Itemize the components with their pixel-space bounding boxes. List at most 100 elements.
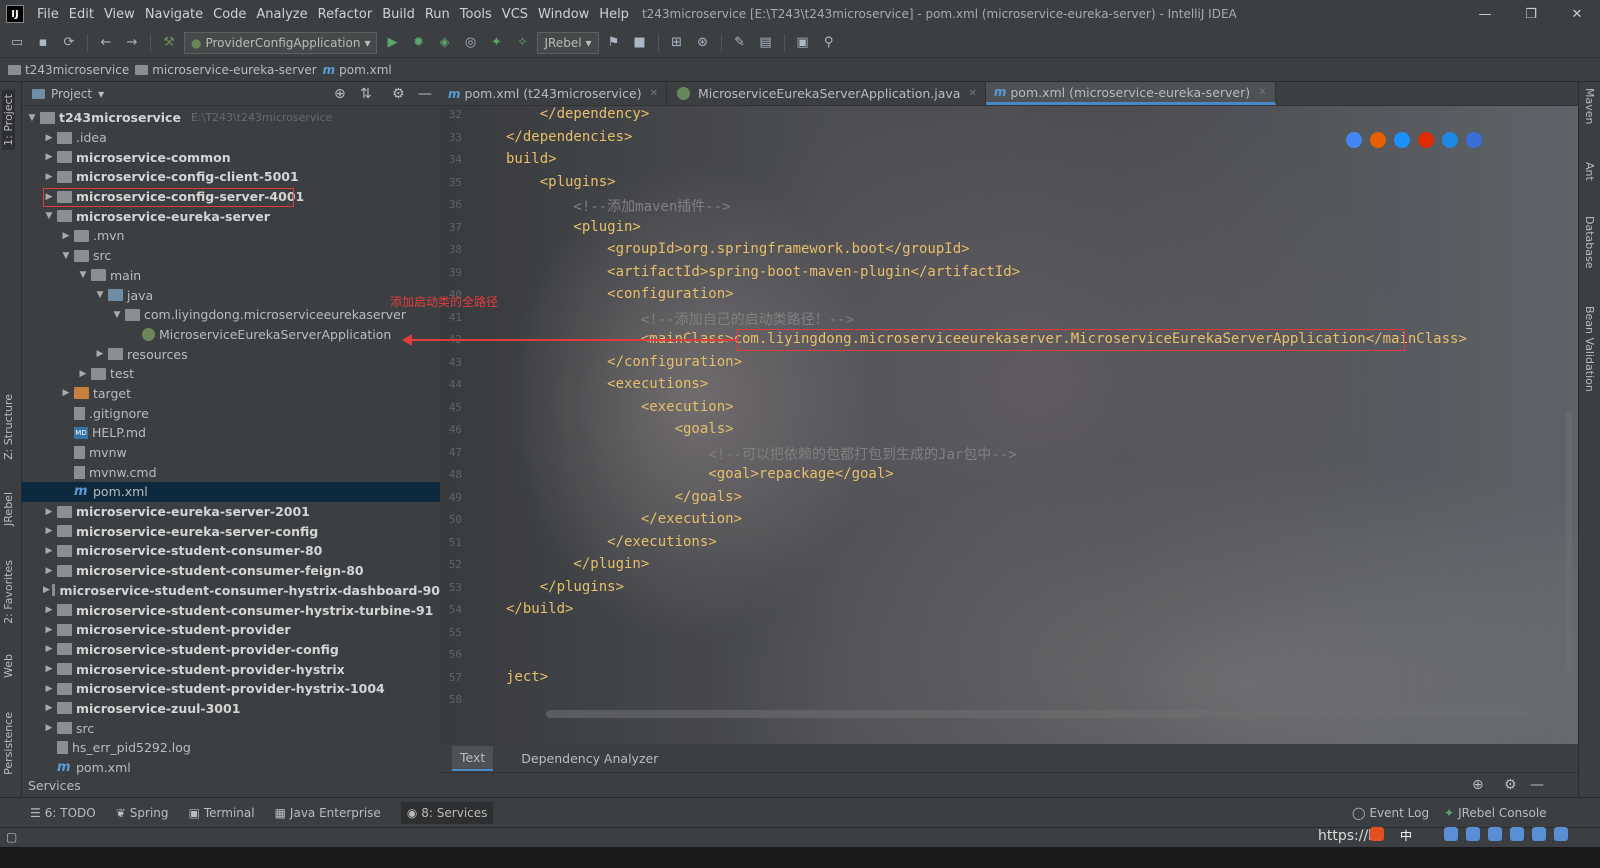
jrebel-console-button[interactable]: ✦ JRebel Console xyxy=(1444,806,1547,820)
tool-window-button[interactable]: ◉ 8: Services xyxy=(400,801,494,824)
tree-node[interactable]: MD HELP.md xyxy=(22,423,440,443)
tab-text[interactable]: Text xyxy=(452,745,494,771)
tree-node[interactable]: hs_err_pid5292.log xyxy=(22,738,440,758)
build-icon[interactable]: ⚒ xyxy=(158,32,180,54)
horizontal-scrollbar[interactable] xyxy=(546,710,1528,718)
tree-node[interactable]: ▼ microservice-eureka-server xyxy=(22,206,440,226)
expand-arrow-icon[interactable]: ▶ xyxy=(60,231,72,241)
expand-arrow-icon[interactable]: ▶ xyxy=(60,388,72,398)
grid-icon[interactable] xyxy=(1554,827,1568,841)
expand-arrow-icon[interactable]: ▼ xyxy=(111,310,123,320)
tree-node[interactable]: ▶ microservice-student-consumer-80 xyxy=(22,541,440,561)
emoji-icon[interactable] xyxy=(1444,827,1458,841)
project-view-selector[interactable]: Project xyxy=(51,87,92,101)
editor-tab[interactable]: MicroserviceEurekaServerApplication.java… xyxy=(667,82,986,105)
jrebel-select[interactable]: JRebel ▾ xyxy=(537,31,599,54)
panel-toggle-icon[interactable]: ▢ xyxy=(6,830,17,844)
expand-arrow-icon[interactable]: ▶ xyxy=(77,369,89,379)
menu-item-analyze[interactable]: Analyze xyxy=(251,7,312,22)
back-icon[interactable]: ← xyxy=(95,32,117,54)
tree-node[interactable]: ▶ target xyxy=(22,384,440,404)
forward-icon[interactable]: → xyxy=(121,32,143,54)
menu-item-edit[interactable]: Edit xyxy=(64,7,99,22)
breadcrumb-item-file[interactable]: m pom.xml xyxy=(323,63,392,77)
tree-node[interactable]: ▶ microservice-student-consumer-hystrix-d… xyxy=(22,581,440,601)
tree-node[interactable]: ▶ microservice-config-client-5001 xyxy=(22,167,440,187)
expand-arrow-icon[interactable]: ▶ xyxy=(43,664,55,674)
open-folder-icon[interactable]: ▭ xyxy=(6,32,28,54)
gear-icon[interactable]: ⚙ xyxy=(392,86,405,102)
tree-node[interactable]: m pom.xml xyxy=(22,482,440,502)
tab-project[interactable]: 1: Project xyxy=(2,90,15,150)
gear-icon[interactable]: ⚙ xyxy=(1504,777,1517,793)
stop-icon[interactable]: ■ xyxy=(629,32,651,54)
close-tab-icon[interactable]: ✕ xyxy=(650,88,658,99)
tree-root[interactable]: ▼ t243microservice E:\T243\t243microserv… xyxy=(22,108,440,128)
tree-node[interactable]: mvnw xyxy=(22,443,440,463)
jrebel-debug-icon[interactable]: ✧ xyxy=(511,32,533,54)
update-icon[interactable]: ⊛ xyxy=(692,32,714,54)
expand-arrow-icon[interactable]: ▶ xyxy=(43,152,55,162)
menu-item-code[interactable]: Code xyxy=(208,7,251,22)
toolbox-icon[interactable] xyxy=(1510,827,1524,841)
debug-icon[interactable]: ✹ xyxy=(407,32,429,54)
expand-arrow-icon[interactable]: ▶ xyxy=(43,703,55,713)
save-icon[interactable]: ▪ xyxy=(32,32,54,54)
menu-item-build[interactable]: Build xyxy=(377,7,420,22)
expand-arrow-icon[interactable]: ▼ xyxy=(26,113,38,123)
expand-arrow-icon[interactable]: ▼ xyxy=(60,251,72,261)
expand-arrow-icon[interactable]: ▶ xyxy=(43,625,55,635)
restore-button[interactable]: ❐ xyxy=(1508,0,1554,28)
menu-item-navigate[interactable]: Navigate xyxy=(140,7,208,22)
expand-arrow-icon[interactable]: ▶ xyxy=(43,507,55,517)
expand-arrow-icon[interactable]: ▶ xyxy=(43,644,55,654)
coverage-icon[interactable]: ◈ xyxy=(433,32,455,54)
tab-ant[interactable]: Ant xyxy=(1583,162,1596,181)
ime-icon[interactable] xyxy=(1370,827,1384,841)
editor-tab[interactable]: m pom.xml (microservice-eureka-server) ✕ xyxy=(985,82,1276,105)
skin-icon[interactable] xyxy=(1532,827,1546,841)
tree-node[interactable]: .gitignore xyxy=(22,403,440,423)
tree-node[interactable]: ▶ .idea xyxy=(22,128,440,148)
expand-arrow-icon[interactable]: ▶ xyxy=(43,684,55,694)
tree-node[interactable]: ▶ microservice-student-provider-hystrix-1… xyxy=(22,679,440,699)
terminal-icon[interactable]: ▣ xyxy=(792,32,814,54)
breadcrumb-item-module[interactable]: microservice-eureka-server xyxy=(135,63,317,77)
tab-dependency-analyzer[interactable]: Dependency Analyzer xyxy=(513,747,666,770)
expand-arrow-icon[interactable]: ▼ xyxy=(43,211,55,221)
expand-arrow-icon[interactable]: ▶ xyxy=(43,566,55,576)
tree-node[interactable]: m pom.xml xyxy=(22,758,440,778)
close-tab-icon[interactable]: ✕ xyxy=(968,88,976,99)
sync-icon[interactable]: ⟳ xyxy=(58,32,80,54)
mic-icon[interactable] xyxy=(1466,827,1480,841)
jrebel-run-icon[interactable]: ✦ xyxy=(485,32,507,54)
hammer-icon[interactable]: ⚑ xyxy=(603,32,625,54)
search-icon[interactable]: ⚲ xyxy=(818,32,840,54)
tree-node[interactable]: ▶ microservice-student-provider-hystrix xyxy=(22,659,440,679)
tab-jrebel[interactable]: JRebel xyxy=(2,492,15,526)
breadcrumb-item-root[interactable]: t243microservice xyxy=(8,63,129,77)
tree-node[interactable]: ▼ com.liyingdong.microserviceeurekaserver xyxy=(22,305,440,325)
tool-window-button[interactable]: ☰ 6: TODO xyxy=(30,806,96,820)
expand-arrow-icon[interactable]: ▼ xyxy=(94,290,106,300)
expand-arrow-icon[interactable]: ▼ xyxy=(77,270,89,280)
tab-maven[interactable]: Maven xyxy=(1583,88,1596,124)
tree-node[interactable]: ▶ .mvn xyxy=(22,226,440,246)
run-config-select[interactable]: ● ProviderConfigApplication ▾ xyxy=(184,31,378,54)
close-button[interactable]: ✕ xyxy=(1554,0,1600,28)
wrench-icon[interactable]: ✎ xyxy=(729,32,751,54)
expand-arrow-icon[interactable]: ▶ xyxy=(43,133,55,143)
menu-item-help[interactable]: Help xyxy=(594,7,634,22)
vertical-scrollbar[interactable] xyxy=(1566,412,1572,672)
event-log-button[interactable]: ◯ Event Log xyxy=(1352,806,1429,820)
tree-node[interactable]: ▶ microservice-zuul-3001 xyxy=(22,699,440,719)
tree-node[interactable]: ▶ resources xyxy=(22,344,440,364)
tree-node[interactable]: ▼ src xyxy=(22,246,440,266)
chevron-down-icon[interactable]: ▾ xyxy=(98,87,104,101)
tree-node[interactable]: MicroserviceEurekaServerApplication xyxy=(22,325,440,345)
close-tab-icon[interactable]: ✕ xyxy=(1258,87,1266,98)
tree-node[interactable]: ▶ microservice-student-consumer-hystrix-t… xyxy=(22,600,440,620)
tree-node[interactable]: ▶ microservice-common xyxy=(22,147,440,167)
tab-bean-validation[interactable]: Bean Validation xyxy=(1583,306,1596,392)
editor-area[interactable]: m pom.xml (t243microservice) ✕ Microservice… xyxy=(440,82,1578,772)
